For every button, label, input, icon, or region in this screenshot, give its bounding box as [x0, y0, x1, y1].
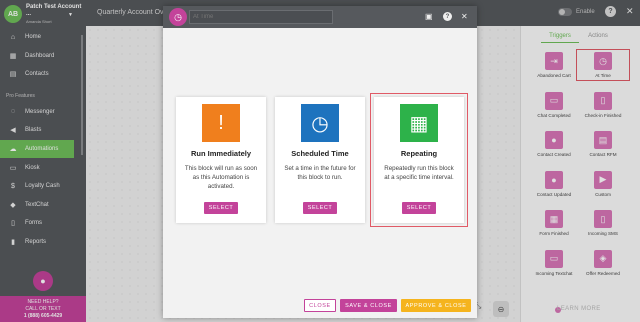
save-close-button[interactable]: SAVE & CLOSE — [340, 299, 397, 312]
card-repeating[interactable]: ▦ Repeating Repeatedly run this block at… — [370, 93, 468, 227]
help-icon[interactable]: ? — [443, 12, 452, 21]
card-title: Scheduled Time — [291, 149, 349, 158]
clock-icon: ◷ — [169, 8, 187, 26]
select-repeating-button[interactable]: SELECT — [402, 202, 436, 214]
modal-header: ◷ ▣ ? ✕ — [163, 6, 477, 28]
close-icon[interactable]: ✕ — [461, 12, 468, 21]
card-run-immediately[interactable]: ! Run Immediately This block will run as… — [176, 97, 266, 223]
clock-icon: ◷ — [301, 104, 339, 142]
select-scheduled-time-button[interactable]: SELECT — [303, 202, 337, 214]
close-button[interactable]: CLOSE — [304, 299, 336, 312]
card-title: Repeating — [400, 149, 438, 158]
select-run-immediately-button[interactable]: SELECT — [204, 202, 238, 214]
modal-footer: CLOSE SAVE & CLOSE APPROVE & CLOSE — [163, 293, 477, 318]
card-description: Set a time in the future for this block … — [284, 165, 356, 181]
trigger-modal: ◷ ▣ ? ✕ ! Run Immediately This block wil… — [163, 6, 477, 318]
card-description: Repeatedly run this block at a specific … — [384, 165, 454, 181]
approve-close-button[interactable]: APPROVE & CLOSE — [401, 299, 471, 312]
calendar-icon: ▦ — [400, 104, 438, 142]
card-title: Run Immediately — [190, 149, 251, 158]
exclamation-icon: ! — [202, 104, 240, 142]
card-scheduled-time[interactable]: ◷ Scheduled Time Set a time in the futur… — [275, 97, 365, 223]
card-description: This block will run as soon as this Auto… — [184, 165, 258, 190]
save-icon[interactable]: ▣ — [425, 12, 433, 21]
block-name-input[interactable] — [189, 10, 333, 24]
